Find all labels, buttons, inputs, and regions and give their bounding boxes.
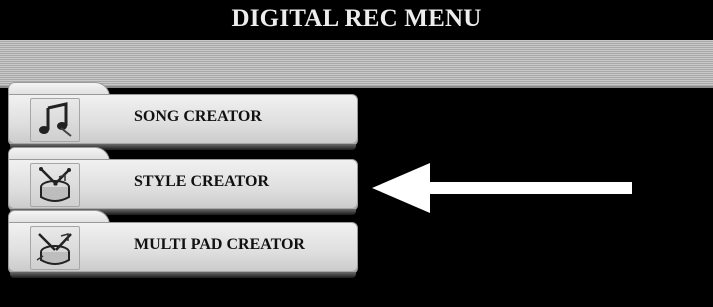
menu-item-multi-pad-creator[interactable]: MULTI PAD CREATOR	[0, 210, 360, 280]
menu-tabs: SONG CREATOR STYLE CREATOR MULTI PAD CRE…	[0, 0, 713, 307]
menu-item-label: MULTI PAD CREATOR	[134, 236, 305, 253]
left-arrow-icon	[372, 163, 634, 218]
menu-item-song-creator[interactable]: SONG CREATOR	[0, 82, 360, 152]
menu-item-label: SONG CREATOR	[134, 108, 262, 125]
tab-shadow	[10, 272, 356, 278]
digital-rec-menu-screen: DIGITAL REC MENU SONG CREATOR STYLE CREA…	[0, 0, 713, 307]
drum-icon	[30, 163, 80, 207]
drum-pad-icon	[30, 226, 80, 270]
music-note-icon	[30, 98, 80, 142]
menu-item-label: STYLE CREATOR	[134, 173, 269, 190]
menu-item-style-creator[interactable]: STYLE CREATOR	[0, 147, 360, 217]
